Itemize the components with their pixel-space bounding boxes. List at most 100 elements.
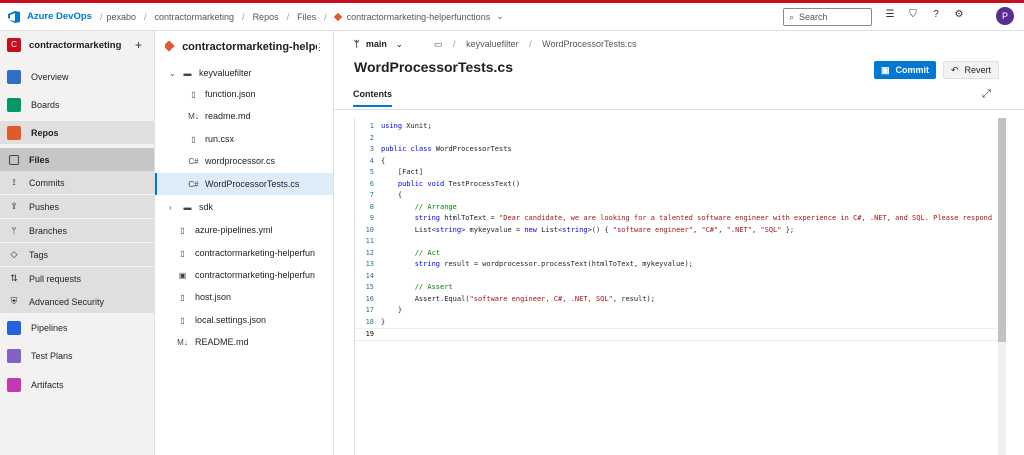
code-line[interactable]: 5 [Fact] [355,167,1007,178]
file-icon: ▯ [180,225,185,235]
nav-label: Pushes [29,201,60,212]
search-box[interactable]: ⌕ Search [783,8,872,26]
brand-link[interactable]: Azure DevOps [27,11,92,22]
azure-devops-logo-icon[interactable] [7,10,21,24]
breadcrumb-repos[interactable]: Repos [253,12,279,22]
nav-item-test-plans[interactable]: Test Plans [0,344,154,367]
nav-item-pull-requests[interactable]: ⇅ Pull requests [0,267,154,290]
commit-label: Commit [895,65,930,75]
tree-file[interactable]: ▯ run.csx [155,128,333,150]
add-icon[interactable]: + [135,38,142,52]
code-line[interactable]: 3 public class WordProcessorTests [355,144,1007,155]
code-editor[interactable]: 1 using Xunit; 2 3 public class WordProcesso… [354,118,1007,455]
code-line[interactable]: 2 [355,133,1007,144]
nav-item-files[interactable]: Files [0,148,154,171]
code-line[interactable]: 10 List<string> mykeyvalue = new List<st… [355,225,1007,236]
line-number: 8 [369,202,374,211]
line-number: 18 [365,317,374,326]
breadcrumb-project[interactable]: contractormarketing [155,12,235,22]
tree-file[interactable]: ▯ function.json [155,83,333,105]
nav-label: Overview [31,71,69,82]
code-line[interactable]: 6 public void TestProcessText() [355,179,1007,190]
branch-selector[interactable]: ᛘ main ⌄ [354,39,403,50]
tree-label: keyvaluefilter [199,68,252,78]
repo-title[interactable]: contractormarketing-helperfunctions [165,41,317,53]
overview-icon [7,69,21,84]
nav-item-overview[interactable]: Overview [0,65,154,88]
more-options-icon[interactable]: ⋮ [315,42,324,53]
tree-folder-keyvaluefilter[interactable]: ⌄ ▬ keyvaluefilter [155,62,333,84]
nav-item-artifacts[interactable]: Artifacts [0,373,154,396]
code-line[interactable]: 8 // Arrange [355,202,1007,213]
nav-item-commits[interactable]: ⟟ Commits [0,171,154,194]
line-number: 5 [369,168,374,176]
code-line[interactable]: 7 { [355,190,1007,201]
nav-item-pushes[interactable]: ⇪ Pushes [0,195,154,218]
boards-icon [7,97,21,112]
nav-label: Tags [29,249,49,260]
tree-file[interactable]: C# wordprocessor.cs [155,150,333,172]
nav-item-branches[interactable]: ᛘ Branches [0,219,154,242]
tree-file[interactable]: ▯ local.settings.json [155,309,333,331]
nav-item-advanced-security[interactable]: ⛨ Advanced Security [0,290,154,313]
code-line[interactable]: 18} [355,317,1007,328]
code-line[interactable]: 12 // Act [355,248,1007,259]
editor-scrollbar[interactable] [998,118,1006,455]
code-line[interactable]: 9 string htmlToText = "Dear candidate, w… [355,213,1007,224]
list-settings-icon[interactable]: ☰ [884,9,896,21]
breadcrumb-files[interactable]: Files [297,12,316,22]
main-content: ᛘ main ⌄ ▭ / keyvaluefilter / WordProces… [334,31,1024,455]
code-text: // Arrange [414,202,457,211]
branch-icon: ᛘ [11,225,17,236]
project-badge: C [7,38,21,52]
line-number: 11 [365,237,374,245]
code-line[interactable]: 4{ [355,156,1007,167]
tree-folder-sdk[interactable]: › ▬ sdk [155,196,333,218]
line-number: 3 [369,145,374,153]
breadcrumb-repo[interactable]: contractormarketing-helperfunctions ⌄ [333,11,504,22]
code-line[interactable]: 15 // Assert [355,282,1007,293]
file-icon: ▯ [180,315,185,325]
csharp-icon: C# [188,179,199,189]
tree-file[interactable]: M↓ README.md [155,331,333,353]
avatar[interactable]: P [996,7,1014,25]
path-folder[interactable]: keyvaluefilter [466,39,519,49]
code-text: Assert.Equal("software engineer, C#, .NE… [381,294,655,303]
tab-contents[interactable]: Contents [353,89,392,107]
tree-file[interactable]: ▣ contractormarketing-helperfunctions.sl… [155,264,333,286]
commit-button[interactable]: ▣ Commit [874,61,936,79]
tree-file[interactable]: ▯ contractormarketing-helperfunctions.cs… [155,242,333,264]
push-icon: ⇪ [10,201,18,211]
code-line[interactable]: 19 [355,328,1007,341]
marketplace-icon[interactable]: ⛉ [907,9,919,21]
nav-item-repos[interactable]: Repos [0,121,154,144]
folder-icon[interactable]: ▭ [434,39,443,49]
nav-item-boards[interactable]: Boards [0,93,154,116]
code-line[interactable]: 1 using Xunit; [355,121,1007,132]
breadcrumb-separator: / [242,11,245,22]
user-settings-icon[interactable]: ⚙ [953,9,965,21]
code-line[interactable]: 13 string result = wordprocessor.process… [355,259,1007,270]
tree-file[interactable]: ▯ host.json [155,286,333,308]
nav-item-pipelines[interactable]: Pipelines [0,316,154,339]
expand-icon[interactable]: ⤢ [982,88,991,101]
help-icon[interactable]: ? [930,9,942,21]
tree-file[interactable]: ▯ azure-pipelines.yml [155,219,333,241]
tree-file-selected[interactable]: C# WordProcessorTests.cs [155,173,333,195]
code-text: string result = wordprocessor.processTex… [414,260,693,268]
code-line[interactable]: 17 } [355,305,1007,316]
file-tree-panel: contractormarketing-helperfunctions ⋮ ⌄ … [155,31,334,455]
project-header[interactable]: C contractormarketing + [0,31,154,59]
code-line[interactable]: 11 [355,236,1007,247]
revert-button[interactable]: ↶ Revert [943,61,999,79]
scrollbar-thumb[interactable] [998,118,1006,342]
nav-item-tags[interactable]: ◇ Tags [0,243,154,266]
breadcrumb-org[interactable]: pexabo [106,12,136,22]
chevron-down-icon: ⌄ [169,68,176,78]
tree-file[interactable]: M↓ readme.md [155,105,333,127]
folder-icon: ▬ [183,68,192,78]
branch-label: main [365,39,387,49]
code-line[interactable]: 14 [355,271,1007,282]
undo-icon: ↶ [950,64,959,75]
code-line[interactable]: 16 Assert.Equal("software engineer, C#, … [355,294,1007,305]
